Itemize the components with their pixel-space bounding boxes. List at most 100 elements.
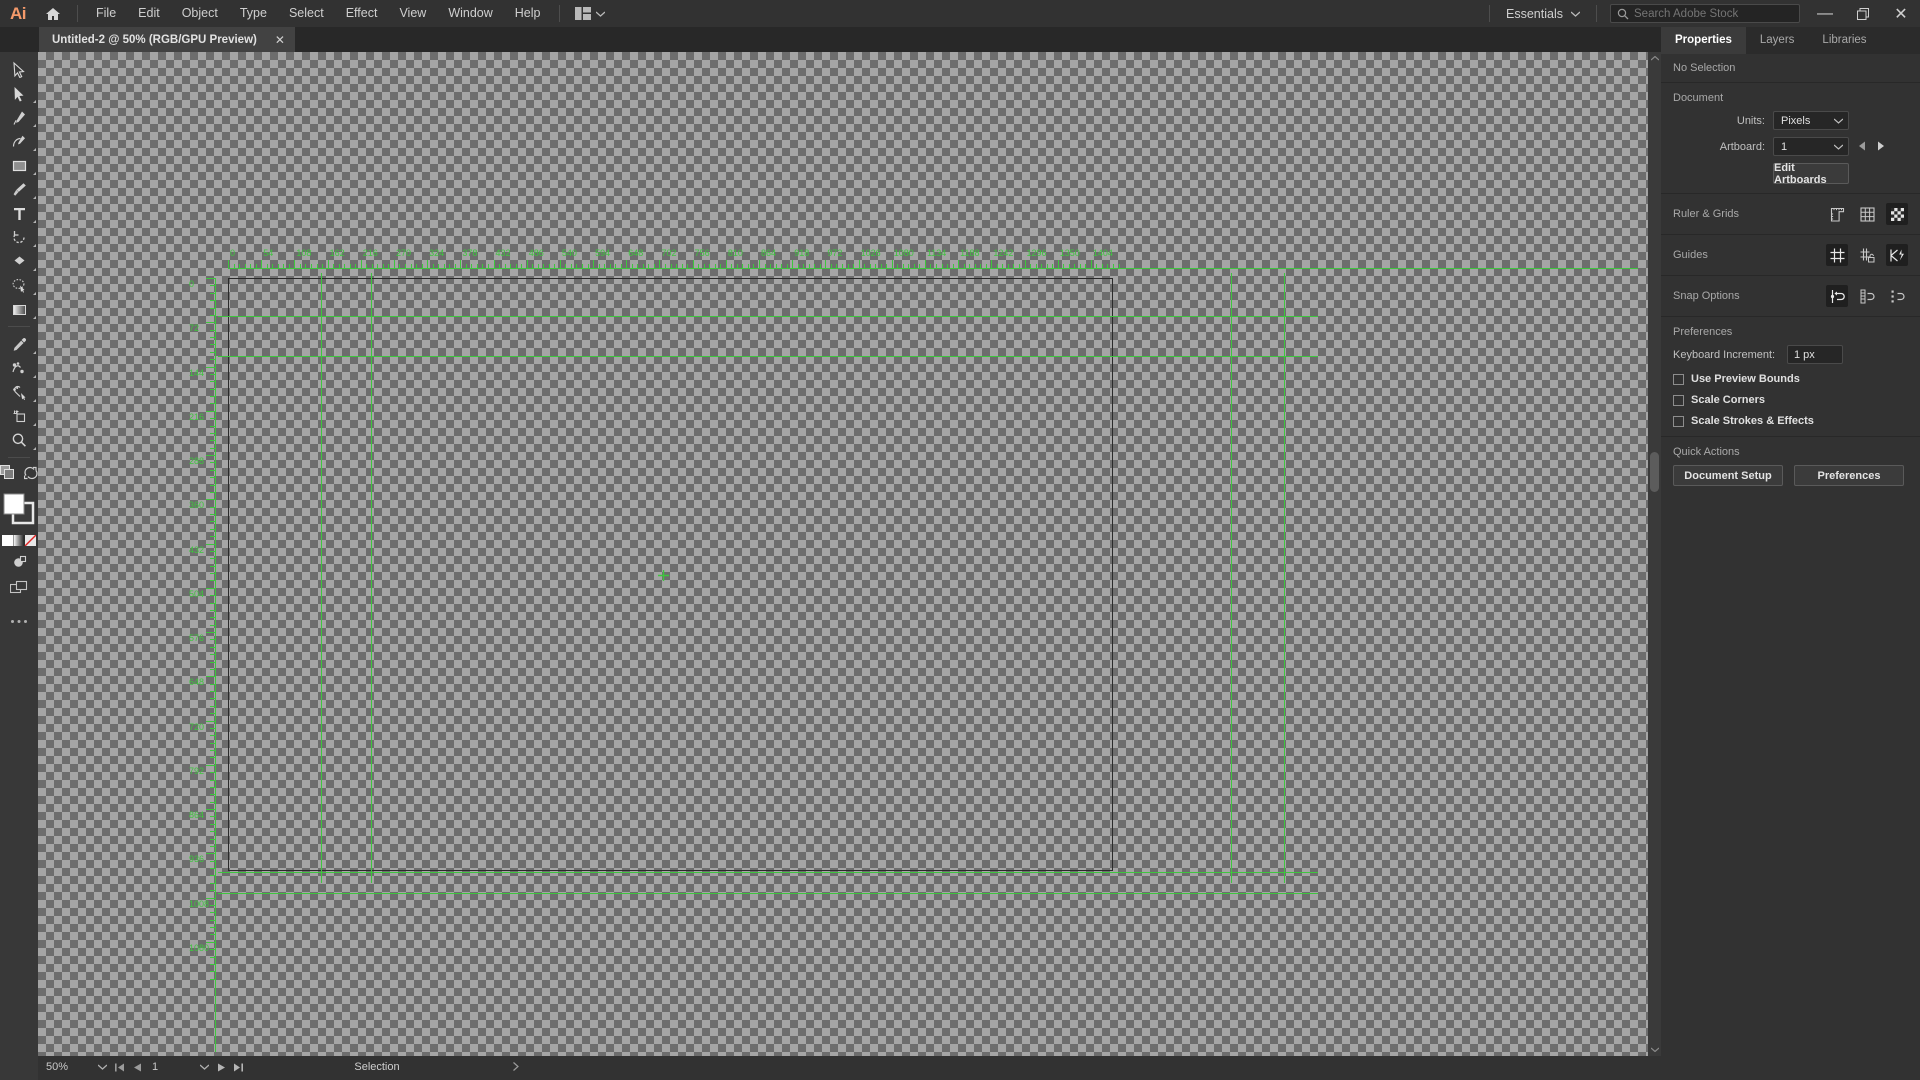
checkbox-row-scale-strokes-effects[interactable]: Scale Strokes & Effects	[1673, 415, 1908, 427]
edit-artboards-button[interactable]: Edit Artboards	[1773, 162, 1849, 186]
snap-to-grid-icon[interactable]	[1856, 285, 1878, 307]
guide-horizontal[interactable]	[218, 893, 1318, 894]
preferences-button[interactable]: Preferences	[1794, 465, 1904, 486]
menu-item-view[interactable]: View	[388, 0, 437, 27]
artboard-select[interactable]: 1	[1773, 137, 1849, 156]
workspace-selector[interactable]: Essentials	[1497, 7, 1589, 21]
vertical-scrollbar[interactable]	[1648, 52, 1661, 1056]
shape-builder-tool[interactable]	[0, 249, 38, 273]
fill-and-stroke-swatches[interactable]	[0, 491, 38, 527]
gradient-tool[interactable]	[0, 297, 38, 321]
next-artboard-icon[interactable]	[213, 1056, 230, 1078]
draw-mode-icon[interactable]	[0, 548, 38, 574]
tool-expand-indicator	[33, 196, 36, 199]
triangle-right-icon[interactable]	[1877, 138, 1885, 156]
swap-arrows-icon[interactable]	[23, 466, 38, 485]
draw-normal-icon[interactable]	[0, 465, 15, 485]
arrow-solid-icon	[14, 86, 23, 101]
workspace-label: Essentials	[1506, 6, 1563, 21]
smart-guides-icon[interactable]	[1886, 244, 1908, 266]
menu-item-effect[interactable]: Effect	[335, 0, 389, 27]
rotate-tool[interactable]	[0, 225, 38, 249]
tool-expand-indicator	[33, 375, 36, 378]
guide-vertical[interactable]	[321, 273, 322, 883]
menu-item-type[interactable]: Type	[229, 0, 278, 27]
home-icon[interactable]	[36, 0, 70, 27]
paintbrush-tool[interactable]	[0, 177, 38, 201]
close-icon[interactable]: ✕	[275, 33, 285, 47]
units-select[interactable]: Pixels	[1773, 111, 1849, 130]
snap-to-pixel-icon[interactable]	[1886, 285, 1908, 307]
menu-item-select[interactable]: Select	[278, 0, 335, 27]
rectangle-tool[interactable]	[0, 153, 38, 177]
checkbox[interactable]	[1673, 394, 1684, 406]
tool-expand-indicator	[33, 220, 36, 223]
eyedropper-tool[interactable]	[0, 332, 38, 356]
tab-libraries[interactable]: Libraries	[1808, 27, 1880, 54]
chevron-up-icon[interactable]	[1648, 52, 1661, 65]
artboard-tool[interactable]	[0, 404, 38, 428]
prev-artboard-icon[interactable]	[128, 1056, 145, 1078]
tab-layers[interactable]: Layers	[1746, 27, 1809, 54]
menu-item-help[interactable]: Help	[504, 0, 552, 27]
zoom-tool[interactable]	[0, 428, 38, 452]
restore-button[interactable]	[1844, 0, 1882, 27]
menu-item-object[interactable]: Object	[171, 0, 229, 27]
menu-item-file[interactable]: File	[85, 0, 127, 27]
free-transform-tool[interactable]	[0, 273, 38, 297]
pen-tool[interactable]	[0, 105, 38, 129]
show-grid-icon[interactable]	[1856, 203, 1878, 225]
curvature-tool[interactable]	[0, 129, 38, 153]
direct-selection-tool[interactable]	[0, 81, 38, 105]
guide-vertical[interactable]	[1284, 273, 1285, 883]
show-guides-icon[interactable]	[1826, 244, 1848, 266]
document-tab-title: Untitled-2 @ 50% (RGB/GPU Preview)	[52, 33, 257, 46]
symbol-sprayer-tool[interactable]	[0, 380, 38, 404]
menu-item-edit[interactable]: Edit	[127, 0, 171, 27]
checkbox-row-scale-corners[interactable]: Scale Corners	[1673, 394, 1908, 406]
divider	[1596, 5, 1597, 22]
document-tab[interactable]: Untitled-2 @ 50% (RGB/GPU Preview) ✕	[39, 27, 295, 52]
blend-tool[interactable]	[0, 356, 38, 380]
lock-guides-icon[interactable]	[1856, 244, 1878, 266]
divider	[8, 457, 30, 458]
artboard-dropdown-icon[interactable]	[195, 1064, 213, 1070]
tab-properties[interactable]: Properties	[1661, 27, 1746, 54]
screen-mode-icon[interactable]	[0, 574, 38, 600]
ellipsis-icon[interactable]	[0, 606, 38, 636]
keyboard-increment-input[interactable]: 1 px	[1787, 345, 1843, 364]
guide-vertical[interactable]	[1231, 273, 1232, 883]
ruler-label: 1080	[189, 942, 210, 953]
show-rulers-icon[interactable]	[1826, 203, 1848, 225]
search-input[interactable]	[1634, 7, 1784, 20]
close-button[interactable]: ✕	[1882, 0, 1920, 27]
zoom-dropdown-icon[interactable]	[93, 1064, 111, 1070]
document-setup-button[interactable]: Document Setup	[1673, 465, 1783, 486]
stock-search-box[interactable]	[1610, 4, 1800, 23]
guide-vertical[interactable]	[371, 273, 372, 883]
guide-horizontal[interactable]	[218, 872, 1318, 873]
last-artboard-icon[interactable]	[230, 1056, 247, 1078]
guide-horizontal[interactable]	[218, 316, 1318, 317]
status-menu-icon[interactable]	[513, 1061, 519, 1073]
menu-item-window[interactable]: Window	[437, 0, 503, 27]
snap-to-point-icon[interactable]	[1826, 285, 1848, 307]
layout-switcher-icon[interactable]	[567, 0, 613, 27]
triangle-left-icon[interactable]	[1858, 138, 1866, 156]
show-transparency-grid-icon[interactable]	[1886, 203, 1908, 225]
first-artboard-icon[interactable]	[111, 1056, 128, 1078]
zoom-level-field[interactable]: 50%	[38, 1056, 93, 1078]
checkbox[interactable]	[1673, 415, 1684, 427]
checkbox-row-use-preview-bounds[interactable]: Use Preview Bounds	[1673, 373, 1908, 385]
minimize-button[interactable]: —	[1806, 0, 1844, 27]
selection-tool[interactable]	[0, 57, 38, 81]
color-mode-swatches[interactable]	[0, 532, 38, 548]
chevron-down-icon[interactable]	[1648, 1043, 1661, 1056]
canvas-area[interactable]: 0 54 108 162 216 270 324 378 432 486 540 594 648 702 7…	[38, 52, 1648, 1056]
vertical-scroll-thumb[interactable]	[1650, 452, 1659, 492]
artboard-label: Artboard:	[1719, 140, 1765, 153]
type-tool[interactable]	[0, 201, 38, 225]
checkbox[interactable]	[1673, 373, 1684, 385]
artboard-number-field[interactable]: 1	[145, 1061, 195, 1073]
guide-horizontal[interactable]	[218, 356, 1318, 357]
